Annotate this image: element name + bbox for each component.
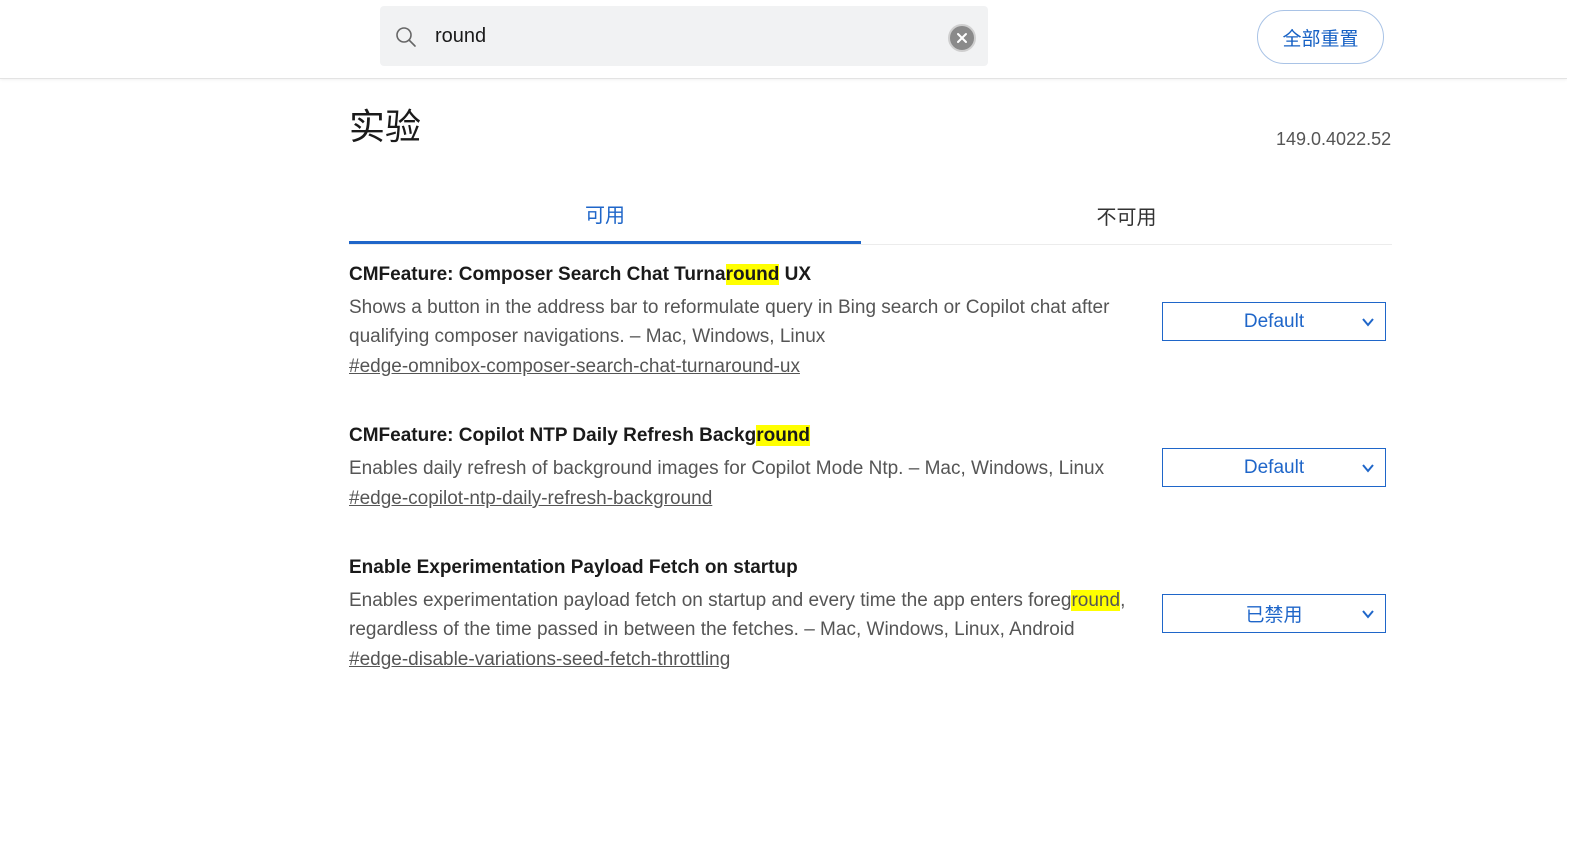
search-highlight: round	[1071, 590, 1121, 611]
experiment-description: Enables experimentation payload fetch on…	[349, 590, 1126, 640]
experiment-description: Shows a button in the address bar to ref…	[349, 297, 1110, 347]
tab-available[interactable]: 可用	[349, 186, 861, 244]
select-value: Default	[1243, 310, 1305, 332]
tab-bar: 可用 不可用	[349, 186, 1392, 245]
experiment-description: Enables daily refresh of background imag…	[349, 458, 1105, 479]
search-highlight: round	[756, 425, 811, 446]
chevron-down-icon	[1362, 464, 1374, 473]
search-input[interactable]: round	[435, 23, 486, 49]
experiment-title: CMFeature: Composer Search Chat Turnarou…	[349, 264, 812, 285]
search-highlight: round	[725, 264, 780, 285]
page-title: 实验	[349, 107, 422, 148]
select-value: 已禁用	[1245, 605, 1303, 626]
top-bar: round 全部重置	[0, 0, 1567, 79]
close-icon	[957, 33, 967, 43]
clear-search-button[interactable]	[948, 24, 976, 52]
chevron-down-icon	[1362, 610, 1374, 619]
select-value: Default	[1243, 456, 1305, 478]
search-icon	[396, 27, 416, 47]
experiment-item: CMFeature: Copilot NTP Daily Refresh Bac…	[349, 423, 1392, 512]
reset-all-button[interactable]: 全部重置	[1257, 10, 1384, 64]
experiment-title: Enable Experimentation Payload Fetch on …	[349, 557, 798, 578]
experiment-item: Enable Experimentation Payload Fetch on …	[349, 555, 1392, 673]
experiment-link[interactable]: #edge-omnibox-composer-search-chat-turna…	[349, 354, 800, 380]
experiment-link[interactable]: #edge-copilot-ntp-daily-refresh-backgrou…	[349, 486, 712, 512]
experiment-title: CMFeature: Copilot NTP Daily Refresh Bac…	[349, 425, 811, 446]
search-box[interactable]: round	[380, 6, 988, 66]
experiment-state-select[interactable]: Default	[1162, 302, 1386, 341]
scrollbar[interactable]	[1567, 0, 1579, 867]
experiment-state-select[interactable]: 已禁用	[1162, 594, 1386, 633]
experiment-state-select[interactable]: Default	[1162, 448, 1386, 487]
version-label: 149.0.4022.52	[1276, 129, 1392, 149]
experiment-link[interactable]: #edge-disable-variations-seed-fetch-thro…	[349, 647, 730, 673]
chevron-down-icon	[1362, 318, 1374, 327]
tab-unavailable[interactable]: 不可用	[861, 186, 1392, 244]
experiment-item: CMFeature: Composer Search Chat Turnarou…	[349, 262, 1392, 380]
